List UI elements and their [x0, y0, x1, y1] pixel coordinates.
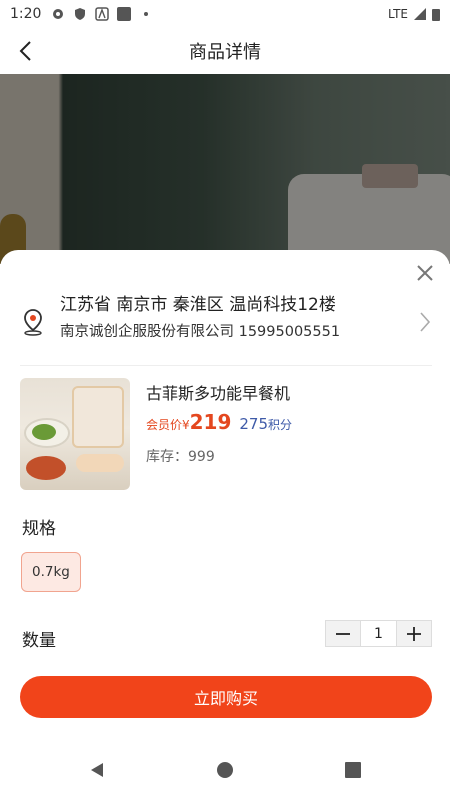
battery-icon [432, 8, 440, 21]
product-summary: 古菲斯多功能早餐机 会员价¥ 219 275 积分 库存：999 [0, 378, 450, 494]
status-bar: 1:20 LTE [0, 0, 450, 28]
chevron-left-icon [19, 41, 31, 61]
nav-back-icon[interactable] [88, 761, 106, 779]
product-thumbnail [20, 378, 130, 490]
signal-icon [414, 8, 426, 20]
minus-icon [336, 632, 350, 635]
quantity-label: 数量 [22, 631, 56, 651]
chevron-right-icon [420, 312, 431, 332]
page-title: 商品详情 [189, 42, 261, 63]
product-hero-image [0, 74, 450, 264]
nav-recents-icon[interactable] [344, 761, 362, 779]
notification-dot-icon [144, 12, 149, 16]
app-square-icon [117, 7, 132, 21]
back-button[interactable] [10, 36, 40, 66]
shield-icon [75, 8, 86, 20]
stock-count: 库存：999 [146, 449, 215, 465]
spec-option-0.7kg[interactable]: 0.7kg [21, 552, 81, 592]
close-icon[interactable] [414, 262, 436, 284]
quantity-value[interactable]: 1 [360, 621, 397, 646]
address-line: 江苏省 南京市 秦淮区 温尚科技12楼 [60, 295, 336, 315]
purchase-sheet: 江苏省 南京市 秦淮区 温尚科技12楼 南京诚创企服股份有限公司 1599500… [0, 250, 450, 740]
nav-header: 商品详情 [0, 28, 450, 74]
location-pin-icon [24, 309, 42, 336]
status-time: 1:20 [10, 6, 42, 22]
plus-icon [407, 626, 421, 641]
buy-now-button[interactable]: 立即购买 [20, 676, 432, 718]
points-value: 275 [239, 415, 269, 433]
address-row[interactable]: 江苏省 南京市 秦淮区 温尚科技12楼 南京诚创企服股份有限公司 1599500… [0, 286, 450, 360]
font-a-icon [95, 7, 110, 21]
network-type: LTE [388, 7, 408, 21]
product-name: 古菲斯多功能早餐机 [146, 384, 291, 403]
spec-title: 规格 [22, 519, 56, 539]
system-nav-bar [0, 740, 450, 800]
member-price-label: 会员价¥ [146, 418, 190, 432]
member-price: 219 [189, 410, 232, 434]
decrement-button[interactable] [326, 621, 360, 646]
settings-gear-icon [53, 9, 64, 19]
increment-button[interactable] [397, 621, 431, 646]
price-row: 会员价¥ 219 275 积分 [146, 410, 292, 434]
divider [20, 365, 432, 366]
quantity-stepper: 1 [325, 620, 432, 647]
points-unit: 积分 [268, 418, 293, 432]
nav-home-icon[interactable] [216, 761, 234, 779]
address-contact: 南京诚创企服股份有限公司 15995005551 [60, 324, 341, 340]
overlay-shade[interactable] [0, 74, 450, 264]
